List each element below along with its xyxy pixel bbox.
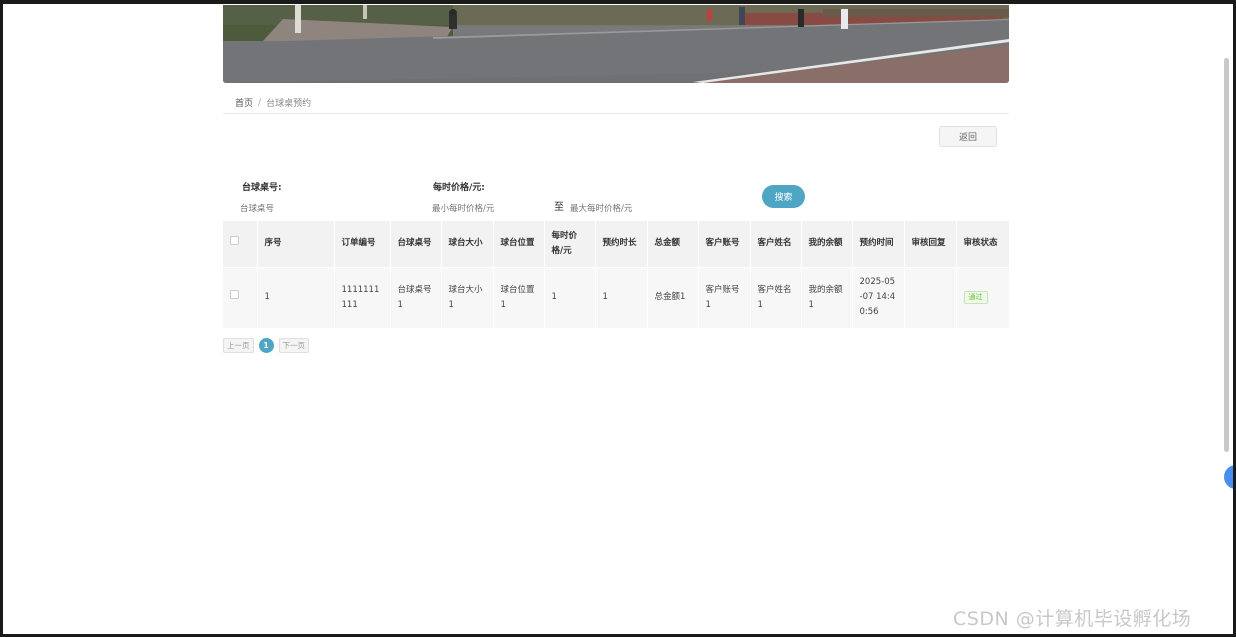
col-header: 球台位置 bbox=[493, 221, 545, 267]
banner-image bbox=[223, 5, 1009, 83]
table-cell: 球台位置1 bbox=[493, 266, 545, 328]
table-cell: 总金额1 bbox=[647, 266, 699, 328]
table-cell: 客户姓名1 bbox=[750, 266, 802, 328]
window-top-edge bbox=[0, 0, 1236, 4]
status-badge: 通过 bbox=[963, 291, 988, 305]
range-separator: 至 bbox=[554, 202, 564, 213]
table-cell: 2025-05-07 14:40:56 bbox=[852, 266, 905, 328]
table-cell: 1 bbox=[257, 266, 335, 328]
table-row[interactable]: 1 1111111111 台球桌号1 球台大小1 球台位置1 1 1 总金额1 … bbox=[223, 266, 1010, 328]
table-cell: 1 bbox=[595, 266, 648, 328]
breadcrumb: 首页 / 台球桌预约 bbox=[235, 96, 312, 110]
col-header: 台球桌号 bbox=[390, 221, 442, 267]
col-header: 序号 bbox=[257, 221, 335, 267]
prev-page-button[interactable]: 上一页 bbox=[223, 338, 254, 353]
table-cell: 台球桌号1 bbox=[390, 266, 442, 328]
select-all-checkbox[interactable] bbox=[230, 236, 239, 246]
floating-action-button[interactable] bbox=[1224, 465, 1236, 489]
table-no-label: 台球桌号: bbox=[242, 183, 282, 193]
price-label: 每时价格/元: bbox=[433, 183, 485, 193]
table-cell: 球台大小1 bbox=[441, 266, 494, 328]
table-cell: 1 bbox=[544, 266, 596, 328]
vertical-scrollbar[interactable] bbox=[1224, 58, 1229, 452]
col-header: 球台大小 bbox=[441, 221, 494, 267]
col-header: 客户账号 bbox=[698, 221, 751, 267]
table-header-row: 序号 订单编号 台球桌号 球台大小 球台位置 每时价格/元 预约时长 总金额 客… bbox=[223, 221, 1010, 267]
table-cell: 客户账号1 bbox=[698, 266, 751, 328]
table-cell: 1111111111 bbox=[334, 266, 391, 328]
select-all-cell[interactable] bbox=[223, 221, 258, 267]
breadcrumb-home[interactable]: 首页 bbox=[235, 96, 253, 109]
col-header: 审核状态 bbox=[956, 221, 1010, 267]
table-cell bbox=[904, 266, 957, 328]
col-header: 总金额 bbox=[647, 221, 699, 267]
row-checkbox[interactable] bbox=[230, 290, 239, 300]
col-header: 审核回复 bbox=[904, 221, 957, 267]
next-page-button[interactable]: 下一页 bbox=[278, 338, 309, 353]
price-min-input[interactable] bbox=[432, 200, 547, 218]
data-table: 序号 订单编号 台球桌号 球台大小 球台位置 每时价格/元 预约时长 总金额 客… bbox=[223, 221, 1010, 328]
back-button[interactable]: 返回 bbox=[939, 126, 997, 147]
page-number-button[interactable]: 1 bbox=[258, 338, 274, 353]
table-no-input[interactable] bbox=[240, 200, 410, 218]
col-header: 我的余额 bbox=[801, 221, 853, 267]
row-select-cell[interactable] bbox=[223, 266, 258, 328]
watermark: CSDN @计算机毕设孵化场 bbox=[953, 608, 1192, 630]
col-header: 预约时长 bbox=[595, 221, 648, 267]
breadcrumb-separator: / bbox=[258, 97, 262, 108]
col-header: 订单编号 bbox=[334, 221, 391, 267]
search-button[interactable]: 搜索 bbox=[762, 185, 805, 208]
pagination: 上一页 1 下一页 bbox=[223, 338, 309, 353]
col-header: 客户姓名 bbox=[750, 221, 802, 267]
status-cell: 通过 bbox=[956, 266, 1010, 328]
divider bbox=[223, 113, 1009, 114]
breadcrumb-current: 台球桌预约 bbox=[266, 99, 312, 109]
col-header: 预约时间 bbox=[852, 221, 905, 267]
price-max-input[interactable] bbox=[570, 200, 690, 218]
table-cell: 我的余额1 bbox=[801, 266, 853, 328]
col-header: 每时价格/元 bbox=[544, 221, 596, 267]
